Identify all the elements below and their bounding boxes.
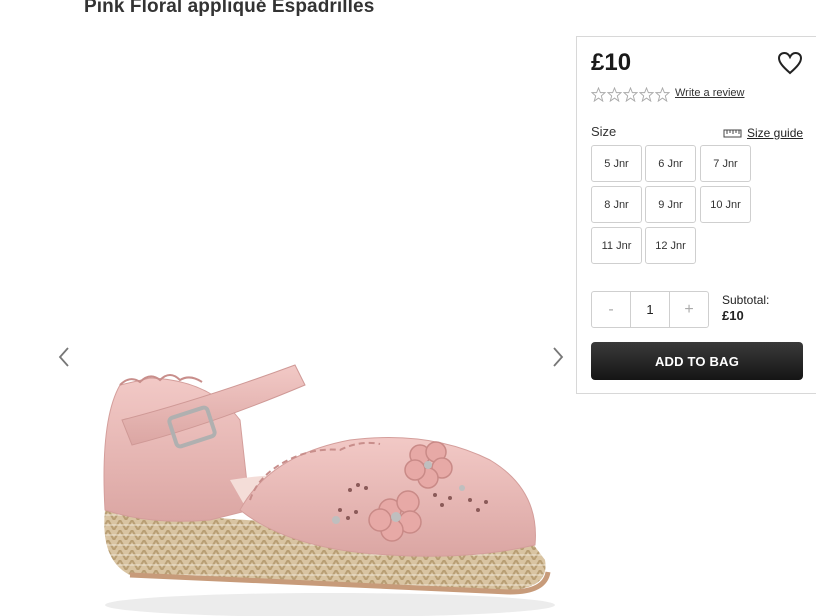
gallery-prev-button[interactable] bbox=[52, 341, 76, 373]
quantity-input[interactable] bbox=[630, 292, 670, 327]
subtotal: Subtotal: £10 bbox=[722, 293, 769, 323]
add-to-bag-button[interactable]: ADD TO BAG bbox=[591, 342, 803, 380]
star-icon bbox=[623, 87, 638, 102]
size-option[interactable]: 9 Jnr bbox=[645, 186, 696, 223]
size-option[interactable]: 12 Jnr bbox=[645, 227, 696, 264]
heart-icon bbox=[777, 51, 803, 75]
product-image bbox=[103, 364, 555, 616]
size-option[interactable]: 6 Jnr bbox=[645, 145, 696, 182]
purchase-panel: £10 Write a review Size Size guide 5 Jnr… bbox=[576, 36, 816, 394]
chevron-left-icon bbox=[58, 347, 69, 367]
star-icon bbox=[591, 87, 606, 102]
quantity-increase-button[interactable]: + bbox=[670, 292, 708, 327]
subtotal-amount: £10 bbox=[722, 308, 744, 323]
star-icon bbox=[607, 87, 622, 102]
ruler-icon bbox=[723, 129, 742, 138]
size-label: Size bbox=[591, 124, 617, 139]
size-option[interactable]: 11 Jnr bbox=[591, 227, 642, 264]
product-title: Pink Floral appliqué Espadrilles bbox=[84, 0, 375, 17]
quantity-stepper: - + bbox=[591, 291, 709, 328]
size-option[interactable]: 7 Jnr bbox=[700, 145, 751, 182]
size-guide-label: Size guide bbox=[747, 126, 804, 140]
size-option[interactable]: 5 Jnr bbox=[591, 145, 642, 182]
size-option[interactable]: 8 Jnr bbox=[591, 186, 642, 223]
wishlist-button[interactable] bbox=[777, 51, 805, 77]
size-guide-link[interactable]: Size guide bbox=[723, 126, 803, 140]
rating-stars bbox=[591, 87, 670, 102]
quantity-decrease-button[interactable]: - bbox=[592, 292, 630, 327]
subtotal-label: Subtotal: bbox=[722, 293, 770, 307]
star-icon bbox=[655, 87, 670, 102]
product-price: £10 bbox=[591, 49, 632, 76]
star-icon bbox=[639, 87, 654, 102]
size-option[interactable]: 10 Jnr bbox=[700, 186, 751, 223]
write-review-link[interactable]: Write a review bbox=[675, 87, 744, 99]
